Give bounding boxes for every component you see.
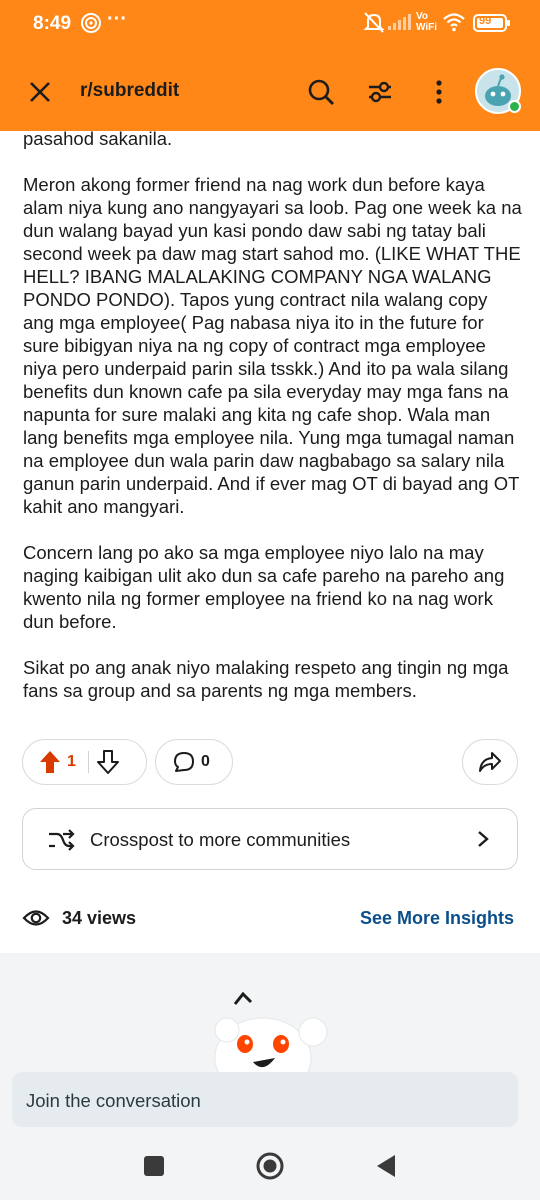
comments-button[interactable]: 0 — [155, 739, 233, 785]
battery-level: 99 — [479, 15, 492, 27]
share-icon — [479, 752, 501, 772]
views-count: 34 views — [62, 908, 137, 928]
snoo-mascot-icon — [205, 988, 335, 1099]
post-insights: 34 views See More Insights — [22, 905, 518, 935]
circle-home-icon — [256, 1152, 284, 1180]
post-paragraph: Sikat po ang anak niyo malaking respeto … — [23, 657, 509, 701]
subreddit-name[interactable]: r/subreddit — [80, 80, 179, 102]
more-notifications-icon: ··· — [107, 8, 127, 30]
header: 8:49 ··· Vo WiFi 99 r/subreddit — [0, 0, 540, 131]
vote-divider — [87, 751, 89, 773]
crosspost-button[interactable]: Crosspost to more communities — [22, 808, 518, 870]
downvote-button[interactable] — [96, 750, 119, 774]
close-icon — [30, 82, 50, 102]
crosspost-icon — [47, 826, 75, 859]
overflow-menu-button[interactable] — [421, 74, 457, 110]
upvote-icon — [40, 751, 60, 773]
sliders-icon — [369, 81, 391, 103]
filter-button[interactable] — [362, 74, 398, 110]
back-button[interactable] — [370, 1150, 402, 1182]
join-conversation-input[interactable]: Join the conversation — [12, 1072, 518, 1127]
search-icon — [308, 79, 334, 105]
avatar[interactable] — [475, 68, 521, 114]
post-actions: 1 0 — [22, 739, 518, 785]
comment-icon — [173, 751, 195, 773]
upvote-button[interactable] — [39, 750, 61, 774]
wifi-icon — [442, 12, 466, 37]
comment-count: 0 — [201, 753, 210, 770]
recents-button[interactable] — [138, 1150, 170, 1182]
online-status-dot — [508, 100, 521, 113]
crosspost-label: Crosspost to more communities — [90, 829, 351, 850]
chevron-right-icon — [477, 830, 489, 853]
search-button[interactable] — [303, 74, 339, 110]
status-bar: 8:49 ··· Vo WiFi 99 — [0, 0, 540, 48]
see-more-insights-link[interactable]: See More Insights — [360, 908, 514, 929]
triangle-back-icon — [377, 1155, 395, 1177]
hotspot-icon — [80, 10, 102, 39]
vote-count: 1 — [67, 753, 76, 770]
signal-icon — [388, 14, 412, 35]
post-paragraph: Meron akong former friend na nag work du… — [23, 174, 522, 517]
share-button[interactable] — [462, 739, 518, 785]
eye-icon — [22, 907, 50, 934]
vowifi-label: Vo WiFi — [416, 11, 438, 33]
home-button[interactable] — [254, 1150, 286, 1182]
close-button[interactable] — [22, 74, 58, 110]
more-vertical-icon — [436, 80, 442, 104]
post-body: pasahod sakanila. Meron akong former fri… — [23, 128, 523, 725]
join-conversation-placeholder: Join the conversation — [26, 1090, 201, 1111]
status-time: 8:49 — [33, 13, 72, 34]
vote-control: 1 — [22, 739, 147, 785]
system-nav-bar — [0, 1130, 540, 1200]
mute-icon — [363, 10, 385, 39]
downvote-icon — [96, 750, 119, 774]
square-icon — [144, 1156, 164, 1176]
app-bar: r/subreddit — [0, 58, 540, 124]
post-paragraph: Concern lang po ako sa mga employee niyo… — [23, 542, 505, 632]
post-paragraph: pasahod sakanila. — [23, 128, 173, 149]
